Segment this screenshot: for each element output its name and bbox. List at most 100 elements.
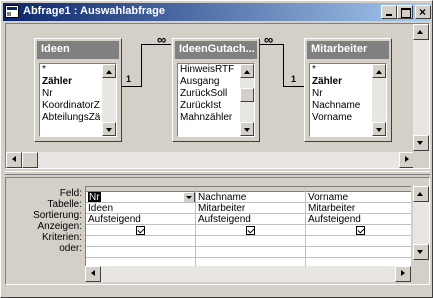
field-cell[interactable]: Vorname [306,192,411,203]
field-value[interactable]: Nr [88,192,101,202]
table-cell[interactable]: Mitarbeiter [196,203,305,214]
field-item[interactable]: ZurückIst [178,100,238,112]
field-item[interactable]: AbteilungsZäh [40,112,100,124]
field-list[interactable]: * Zähler Nr Nachname Vorname [309,63,387,137]
close-button[interactable]: × [415,5,431,19]
row-label-table: Tabelle: [47,199,82,210]
scroll-right-icon[interactable] [395,266,411,282]
relation-one-label: 1 [126,74,132,84]
grid-column[interactable]: Nr Ideen Aufsteigend [86,187,196,270]
table-pane[interactable]: Ideen * Zähler Nr KoordinatorZä Abteilun… [5,23,430,169]
row-label-show: Anzeigen: [37,221,82,232]
relation-many-label: ∞ [264,32,274,47]
design-grid-pane[interactable]: Feld: Tabelle: Sortierung: Anzeigen: Kri… [5,177,430,285]
grid-column[interactable]: Vorname Mitarbeiter Aufsteigend [306,187,411,270]
table-box-ideen[interactable]: Ideen * Zähler Nr KoordinatorZä Abteilun… [34,38,122,142]
grid-horizontal-scrollbar[interactable] [85,266,411,282]
relation-line[interactable] [141,44,171,45]
table-title[interactable]: Mitarbeiter [307,41,389,59]
scroll-down-icon[interactable] [240,122,254,136]
relation-line[interactable] [283,86,304,87]
scrollbar-corner [413,152,429,168]
field-item[interactable]: Vorname [310,112,370,124]
show-checkbox[interactable] [246,225,255,235]
criteria-cell[interactable] [86,236,195,247]
show-checkbox[interactable] [136,225,145,235]
criteria-cell[interactable] [306,236,411,247]
field-item[interactable]: KoordinatorZä [40,100,100,112]
relation-many-label: ∞ [157,32,167,47]
table-box-mitarbeiter[interactable]: Mitarbeiter * Zähler Nr Nachname Vorname [304,38,392,142]
field-item[interactable]: Nachname [310,100,370,112]
close-icon: × [419,5,427,19]
chevron-down-icon[interactable] [183,192,195,202]
scroll-up-icon[interactable] [102,64,116,78]
field-list-scrollbar[interactable] [240,64,254,136]
scroll-down-icon[interactable] [413,135,429,151]
query-icon[interactable] [5,5,19,18]
table-title[interactable]: Ideen [37,41,119,59]
field-cell[interactable]: Nr [86,192,195,203]
field-list[interactable]: HinweisRTF Ausgang ZurückSoll ZurückIst … [177,63,255,137]
field-item[interactable]: * [310,64,370,76]
field-item[interactable]: Zähler [310,76,370,88]
maximize-button[interactable] [397,5,413,19]
sort-cell[interactable]: Aufsteigend [196,214,305,225]
relation-line[interactable] [141,44,142,87]
field-list-scrollbar[interactable] [102,64,116,136]
field-item[interactable]: Nr [40,88,100,100]
design-grid[interactable]: Nr Ideen Aufsteigend Nachname Mitarbeite… [85,186,411,270]
scroll-down-icon[interactable] [102,122,116,136]
or-cell[interactable] [306,247,411,258]
scroll-down-icon[interactable] [372,122,386,136]
show-cell[interactable] [306,225,411,236]
field-item[interactable]: Zähler [40,76,100,88]
or-cell[interactable] [196,247,305,258]
or-cell[interactable] [86,247,195,258]
table-title[interactable]: IdeenGutach... [175,41,257,59]
scroll-left-icon[interactable] [6,152,22,168]
show-cell[interactable] [86,225,195,236]
field-item[interactable]: HinweisRTF [178,64,238,76]
pane-splitter[interactable] [5,171,430,175]
table-cell[interactable]: Ideen [86,203,195,214]
grid-row-labels: Feld: Tabelle: Sortierung: Anzeigen: Kri… [6,188,84,254]
row-label-sort: Sortierung: [33,210,82,221]
relation-line[interactable] [283,44,284,87]
field-item[interactable]: * [40,64,100,76]
field-item[interactable]: Ausgang [178,76,238,88]
field-list-scrollbar[interactable] [372,64,386,136]
minimize-button[interactable] [381,5,397,19]
field-item[interactable]: Nr [310,88,370,100]
table-cell[interactable]: Mitarbeiter [306,203,411,214]
sort-cell[interactable]: Aufsteigend [306,214,411,225]
scroll-down-icon[interactable] [413,244,429,260]
table-pane-horizontal-scrollbar[interactable] [6,152,415,168]
window-title: Abfrage1 : Auswahlabfrage [23,5,166,17]
scrollbar-corner [413,266,429,282]
scroll-up-icon[interactable] [240,64,254,78]
grid-column[interactable]: Nachname Mitarbeiter Aufsteigend [196,187,306,270]
query-window: Abfrage1 : Auswahlabfrage × Ideen * Zähl… [0,0,433,298]
field-item[interactable]: Mahnzähler [178,112,238,124]
field-cell[interactable]: Nachname [196,192,305,203]
field-list[interactable]: * Zähler Nr KoordinatorZä AbteilungsZäh [39,63,117,137]
grid-vertical-scrollbar[interactable] [413,186,429,260]
table-box-ideengutachter[interactable]: IdeenGutach... HinweisRTF Ausgang Zurück… [172,38,260,142]
row-label-field: Feld: [59,188,82,199]
criteria-cell[interactable] [196,236,305,247]
table-pane-vertical-scrollbar[interactable] [413,24,429,151]
sort-cell[interactable]: Aufsteigend [86,214,195,225]
relation-one-label: 1 [291,74,297,84]
scroll-left-icon[interactable] [85,266,101,282]
relation-line[interactable] [122,86,142,87]
scroll-thumb[interactable] [240,88,254,102]
show-cell[interactable] [196,225,305,236]
show-checkbox[interactable] [356,225,365,235]
title-bar[interactable]: Abfrage1 : Auswahlabfrage × [3,3,431,21]
scroll-up-icon[interactable] [413,24,429,40]
scroll-up-icon[interactable] [413,186,429,202]
field-item[interactable]: ZurückSoll [178,88,238,100]
scroll-thumb[interactable] [22,152,38,168]
scroll-up-icon[interactable] [372,64,386,78]
